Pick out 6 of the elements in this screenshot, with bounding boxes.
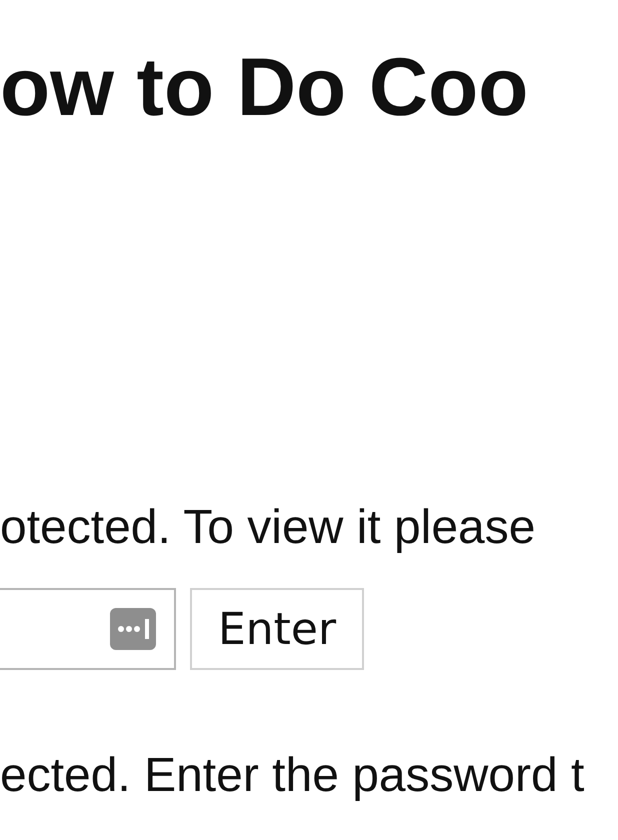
page-title: ow to Do Coo [0, 41, 528, 135]
password-instructions: ected. Enter the password t [0, 748, 584, 804]
password-manager-icon[interactable] [110, 608, 156, 650]
password-field[interactable] [0, 588, 176, 670]
protected-notice: otected. To view it please [0, 500, 536, 556]
enter-button[interactable]: Enter [190, 588, 364, 670]
